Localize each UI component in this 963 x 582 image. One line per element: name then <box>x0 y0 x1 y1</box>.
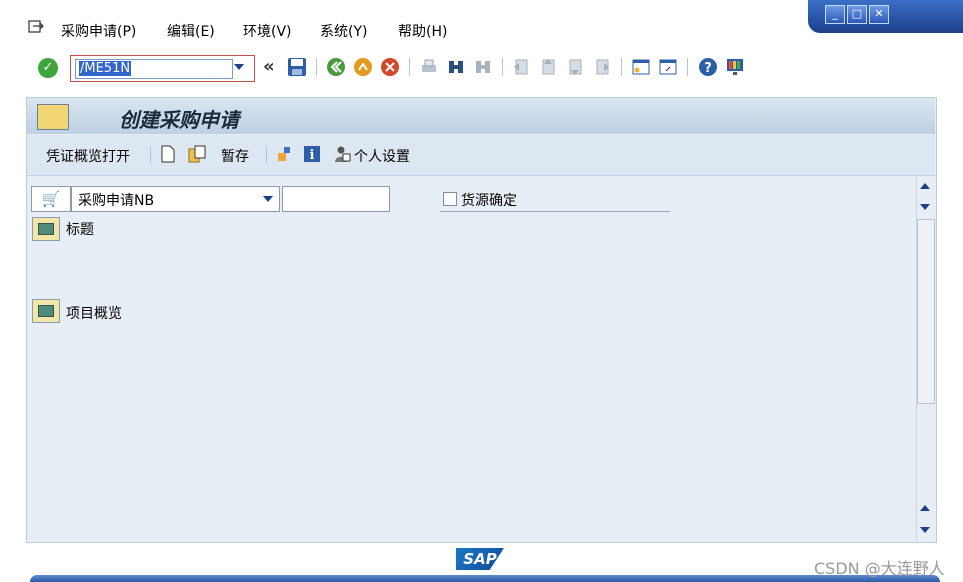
first-page-icon[interactable] <box>511 57 531 77</box>
cancel-icon[interactable] <box>380 57 400 77</box>
scroll-down-icon[interactable] <box>920 527 930 533</box>
customize-layout-icon[interactable] <box>725 57 745 77</box>
status-bar <box>30 575 940 582</box>
document-type-select[interactable]: 采购申请NB <box>71 186 280 212</box>
menu-edit[interactable]: 编辑(E) <box>167 21 215 41</box>
help-icon[interactable]: ? <box>698 57 718 77</box>
chevron-down-icon[interactable] <box>263 196 273 202</box>
document-number-input[interactable] <box>282 186 390 212</box>
maximize-icon[interactable]: □ <box>847 5 867 24</box>
find-icon[interactable] <box>446 57 466 77</box>
chevron-down-icon[interactable] <box>234 64 244 70</box>
new-document-icon[interactable] <box>159 145 177 163</box>
info-icon[interactable]: i <box>303 145 321 163</box>
close-icon[interactable]: ✕ <box>869 5 889 24</box>
menu-system[interactable]: 系统(Y) <box>320 21 367 41</box>
menu-page-icon[interactable] <box>28 20 44 34</box>
next-page-icon[interactable] <box>565 57 585 77</box>
document-type-value: 采购申请NB <box>78 193 155 209</box>
minimize-icon[interactable]: _ <box>825 5 845 24</box>
scrollbar-thumb[interactable] <box>917 219 935 404</box>
back-icon[interactable] <box>326 57 346 77</box>
find-next-icon[interactable] <box>473 57 493 77</box>
menu-help[interactable]: 帮助(H) <box>398 21 447 41</box>
last-page-icon[interactable] <box>592 57 612 77</box>
hold-icon[interactable] <box>276 145 294 163</box>
document-overview-button[interactable]: 凭证概览打开 <box>46 146 130 166</box>
command-field[interactable]: /ME51N <box>70 55 255 82</box>
toolbar-separator <box>621 58 622 76</box>
personal-settings-icon[interactable] <box>333 145 351 163</box>
menu-purchase-requisition[interactable]: 采购申请(P) <box>61 21 136 41</box>
new-session-icon[interactable] <box>631 57 651 77</box>
personal-settings-button[interactable]: 个人设置 <box>354 146 410 166</box>
toolbar-separator <box>409 58 410 76</box>
print-icon[interactable] <box>419 57 439 77</box>
cart-icon[interactable]: 🛒 <box>31 186 71 212</box>
toolbar-separator <box>316 58 317 76</box>
header-section-label: 标题 <box>66 222 94 238</box>
toolbar-separator <box>150 146 151 164</box>
copy-document-icon[interactable] <box>188 145 206 163</box>
exit-icon[interactable] <box>353 57 373 77</box>
toolbar-separator <box>687 58 688 76</box>
save-icon[interactable] <box>287 57 307 77</box>
divider <box>440 211 670 212</box>
expand-section-icon[interactable] <box>32 299 60 323</box>
shortcut-icon[interactable] <box>658 57 678 77</box>
scroll-up-icon[interactable] <box>920 505 930 511</box>
source-determination-checkbox[interactable] <box>443 192 457 206</box>
scroll-up-icon[interactable] <box>920 183 930 189</box>
enter-check-icon[interactable]: ✓ <box>38 58 58 78</box>
menu-environment[interactable]: 环境(V) <box>243 21 292 41</box>
command-value[interactable]: /ME51N <box>79 61 132 76</box>
item-overview-section-label: 项目概览 <box>66 306 122 322</box>
source-determination-label: 货源确定 <box>461 193 517 209</box>
svg-text:i: i <box>310 148 315 163</box>
scroll-down-icon[interactable] <box>920 204 930 210</box>
history-back-icon[interactable]: « <box>263 56 275 77</box>
page-title: 创建采购申请 <box>119 108 239 132</box>
transaction-icon[interactable] <box>37 104 69 130</box>
toolbar-separator <box>502 58 503 76</box>
sap-logo: SAP <box>456 548 504 570</box>
toolbar-separator <box>266 146 267 164</box>
hold-button[interactable]: 暂存 <box>221 146 249 166</box>
watermark: CSDN @大连野人 <box>814 559 945 578</box>
previous-page-icon[interactable] <box>538 57 558 77</box>
svg-text:?: ? <box>704 61 712 76</box>
expand-section-icon[interactable] <box>32 217 60 241</box>
